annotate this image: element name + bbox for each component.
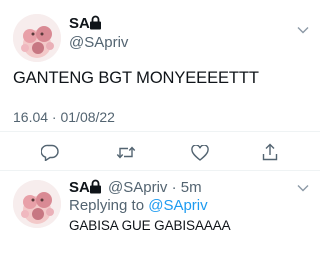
replying-to-handle[interactable]: @SApriv: [148, 197, 207, 214]
lock-icon: [89, 179, 102, 194]
share-icon[interactable]: [262, 143, 278, 161]
chevron-down-icon[interactable]: [297, 26, 309, 34]
tweet-text: GANTENG BGT MONYEEEETTT: [13, 69, 259, 87]
replying-to-label: Replying to: [69, 197, 149, 214]
timestamp[interactable]: 16.04 · 01/08/22: [13, 109, 115, 125]
display-name[interactable]: SA: [69, 15, 90, 32]
like-icon[interactable]: [191, 145, 209, 161]
reply-icon[interactable]: [41, 144, 59, 161]
reply-text: GABISA GUE GABISAAAA: [69, 218, 231, 233]
lock-icon: [89, 15, 102, 30]
avatar[interactable]: [13, 14, 61, 62]
reply-display-name[interactable]: SA: [69, 179, 90, 196]
reply-avatar[interactable]: [13, 180, 61, 228]
username[interactable]: @SApriv: [69, 34, 128, 51]
retweet-icon[interactable]: [116, 145, 136, 160]
divider: [0, 131, 320, 132]
chevron-down-icon[interactable]: [297, 184, 309, 192]
divider: [0, 170, 320, 171]
reply-handle-time[interactable]: @SApriv · 5m: [108, 179, 202, 196]
replying-to: Replying to @SApriv: [69, 197, 208, 214]
